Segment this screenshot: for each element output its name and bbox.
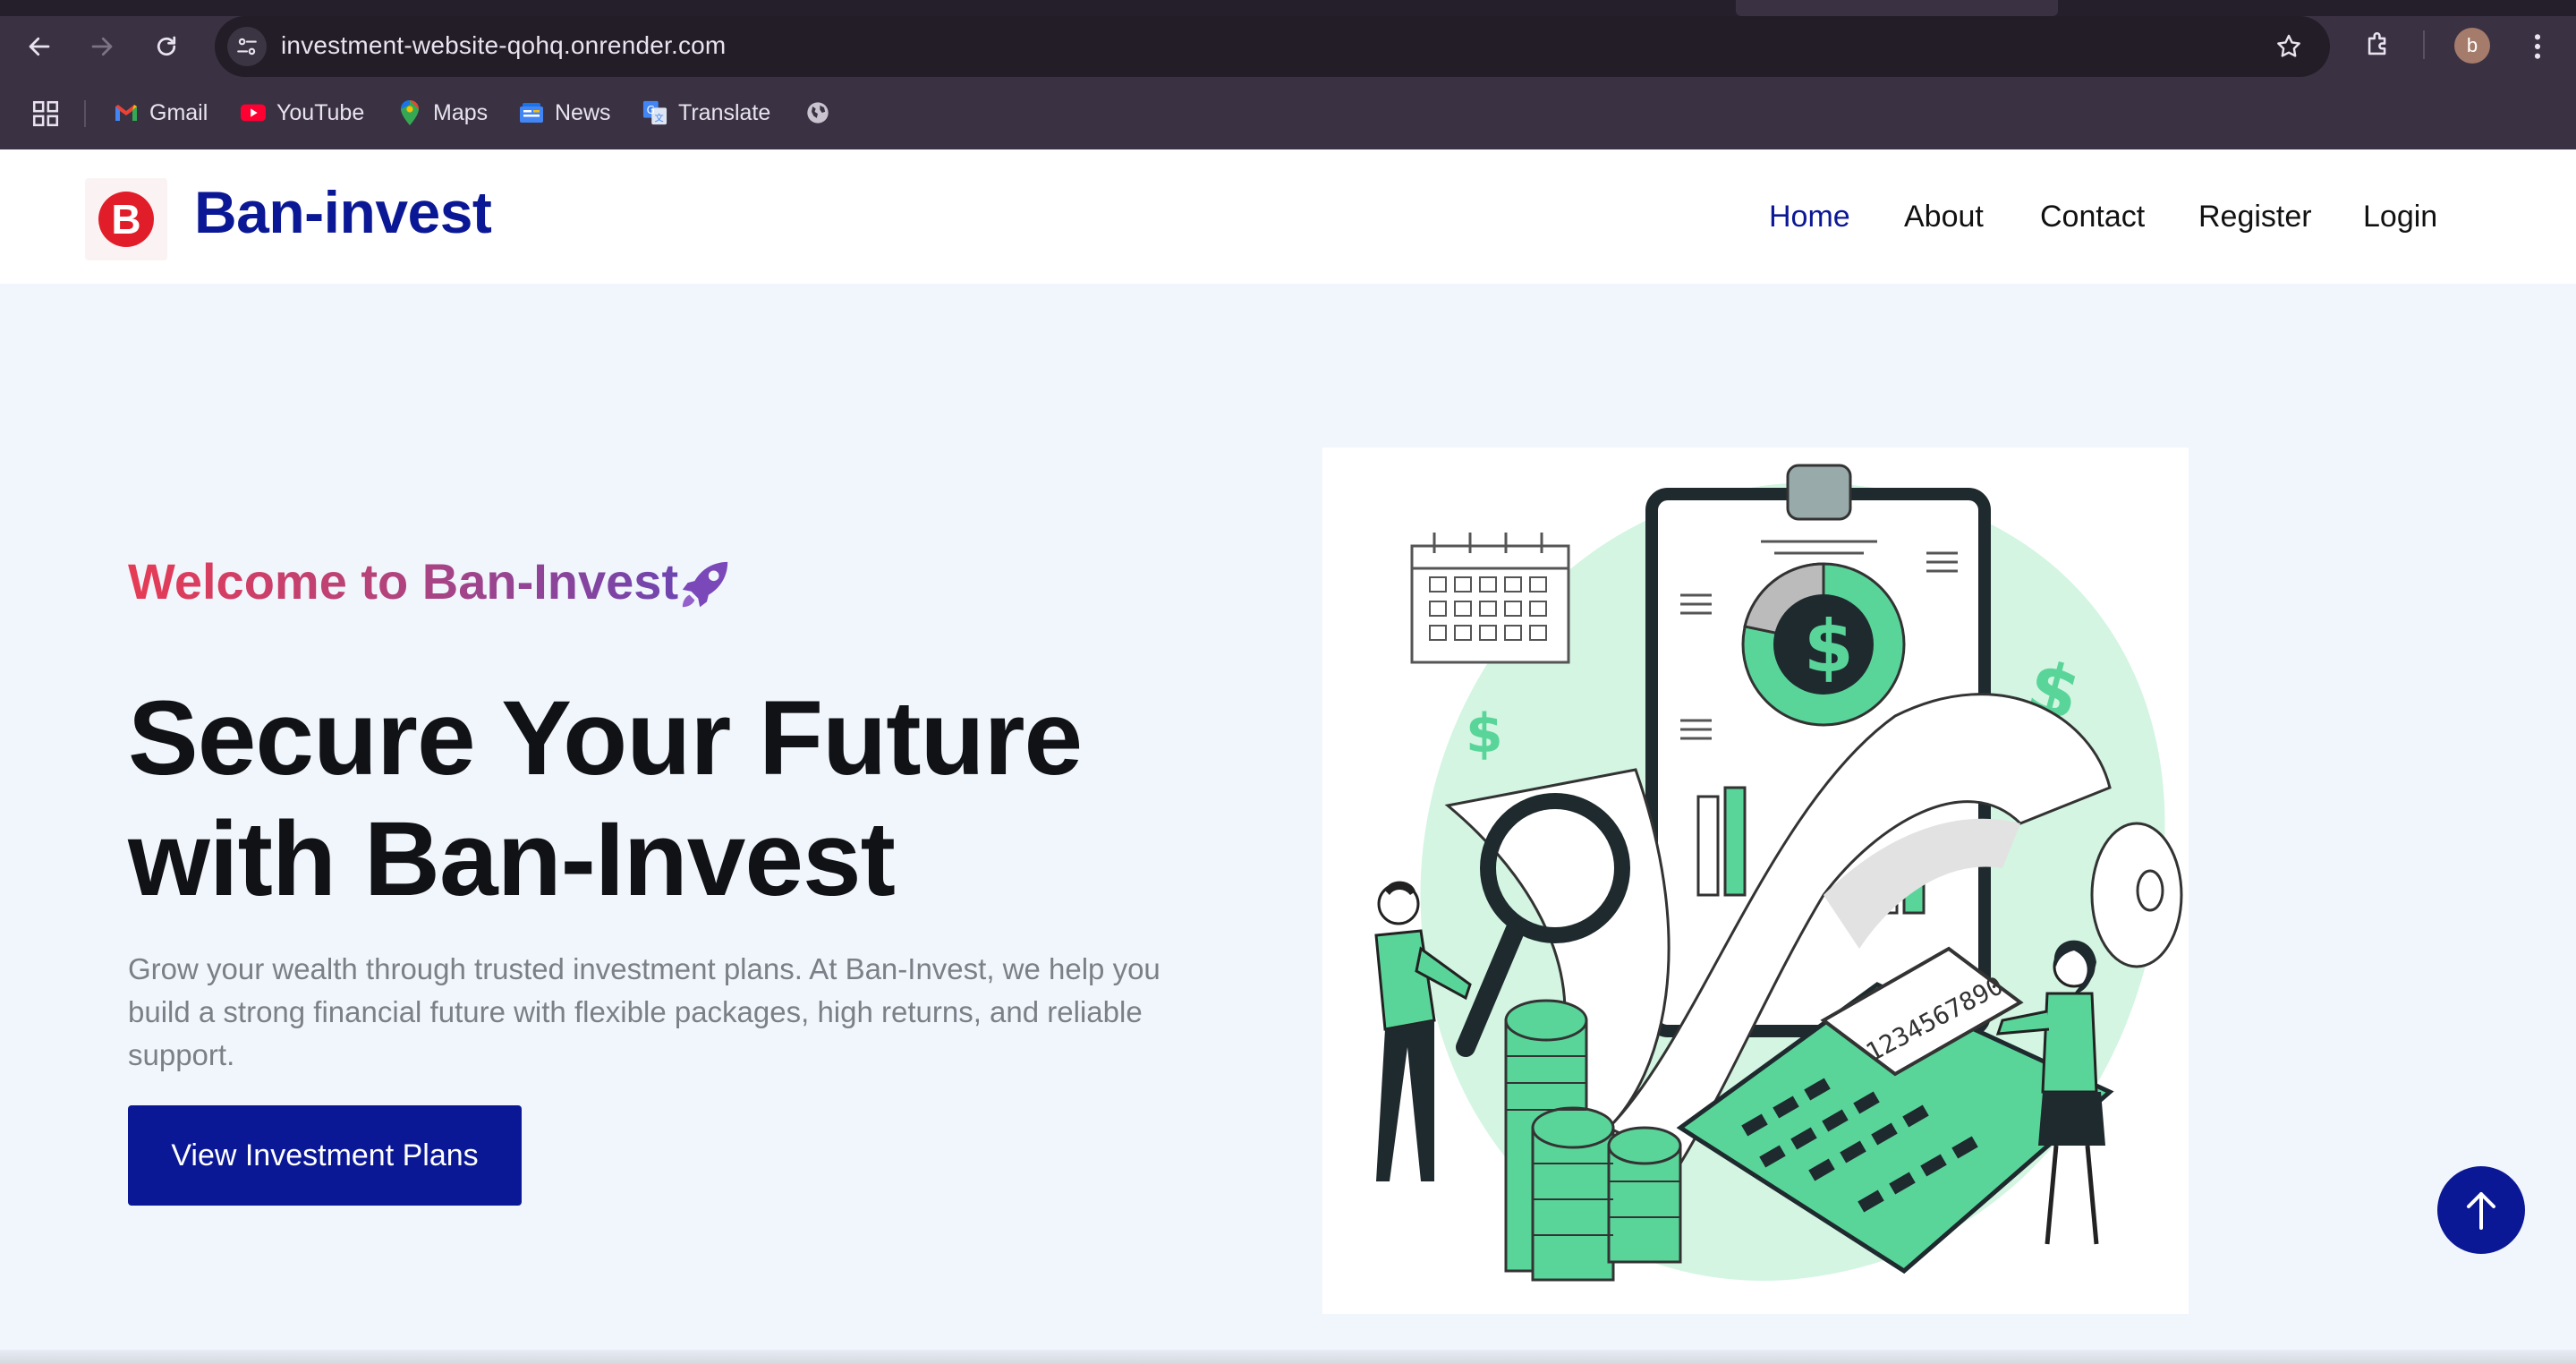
hero-title: Secure Your Future with Ban-Invest xyxy=(128,679,1083,918)
youtube-icon xyxy=(241,100,266,125)
back-arrow-icon xyxy=(29,37,50,56)
back-button[interactable] xyxy=(20,27,59,66)
calendar-icon xyxy=(1410,533,1570,664)
forward-arrow-icon xyxy=(91,37,113,56)
arrow-up-icon xyxy=(2467,1192,2495,1230)
nav-register[interactable]: Register xyxy=(2198,200,2312,234)
bookmark-label: Maps xyxy=(433,99,489,125)
svg-text:$: $ xyxy=(1804,605,1854,688)
translate-icon: G文 xyxy=(642,100,667,125)
bookmarks-bar: Gmail YouTube Maps News G文 Translate xyxy=(0,90,2576,136)
toolbar-divider xyxy=(2423,30,2425,59)
view-investment-plans-button[interactable]: View Investment Plans xyxy=(128,1105,522,1206)
tab-strip xyxy=(0,0,2576,16)
site-header: B Ban-invest Home About Contact Register… xyxy=(0,149,2576,284)
extensions-button[interactable] xyxy=(2359,25,2398,64)
puzzle-icon xyxy=(2368,32,2386,55)
star-icon xyxy=(2277,34,2300,57)
url-text[interactable]: investment-website-qohq.onrender.com xyxy=(281,31,726,60)
logo-mark: B xyxy=(98,192,154,247)
bookmark-label: News xyxy=(555,99,611,125)
page-bottom-edge xyxy=(0,1350,2576,1364)
nav-about[interactable]: About xyxy=(1904,200,1984,234)
investment-illustration: $ $ $ 1234567890 xyxy=(1322,448,2189,1314)
bookmark-label: Gmail xyxy=(149,99,208,125)
welcome-heading: Welcome to Ban-Invest xyxy=(128,553,679,610)
nav-home[interactable]: Home xyxy=(1769,200,1850,234)
hero-description: Grow your wealth through trusted investm… xyxy=(128,952,1160,1071)
reload-icon xyxy=(157,36,176,56)
apps-grid-icon[interactable] xyxy=(30,98,61,129)
profile-avatar[interactable]: b xyxy=(2454,28,2490,64)
site-settings-icon xyxy=(237,38,257,55)
scroll-to-top-button[interactable] xyxy=(2437,1166,2525,1254)
reload-button[interactable] xyxy=(147,27,186,66)
maps-icon xyxy=(397,100,422,125)
bookmark-translate[interactable]: G文 Translate xyxy=(642,95,770,131)
svg-text:文: 文 xyxy=(655,112,664,124)
globe-icon xyxy=(805,100,830,125)
bookmarks-divider xyxy=(84,100,86,127)
bookmark-label: Translate xyxy=(678,99,771,125)
news-icon xyxy=(519,100,544,125)
bookmark-globe[interactable] xyxy=(805,95,830,131)
browser-menu-button[interactable] xyxy=(2521,27,2554,66)
nav-contact[interactable]: Contact xyxy=(2040,200,2145,234)
bookmark-maps[interactable]: Maps xyxy=(397,95,488,131)
nav-login[interactable]: Login xyxy=(2363,200,2437,234)
brand-name[interactable]: Ban-invest xyxy=(194,178,492,246)
bookmark-label: YouTube xyxy=(276,99,365,125)
active-tab[interactable] xyxy=(1736,0,2058,16)
forward-button[interactable] xyxy=(82,27,122,66)
svg-text:$: $ xyxy=(1466,703,1503,765)
address-bar[interactable]: investment-website-qohq.onrender.com xyxy=(215,16,2330,77)
site-logo[interactable]: B xyxy=(85,178,167,260)
gmail-icon xyxy=(114,100,139,125)
site-info-button[interactable] xyxy=(227,27,267,66)
browser-chrome: investment-website-qohq.onrender.com b G… xyxy=(0,0,2576,149)
bookmark-youtube[interactable]: YouTube xyxy=(241,95,364,131)
bookmark-star-button[interactable] xyxy=(2271,29,2307,64)
more-vert-icon xyxy=(2534,34,2541,59)
bookmark-gmail[interactable]: Gmail xyxy=(114,95,208,131)
rocket-icon xyxy=(682,561,728,608)
bookmark-news[interactable]: News xyxy=(519,95,611,131)
